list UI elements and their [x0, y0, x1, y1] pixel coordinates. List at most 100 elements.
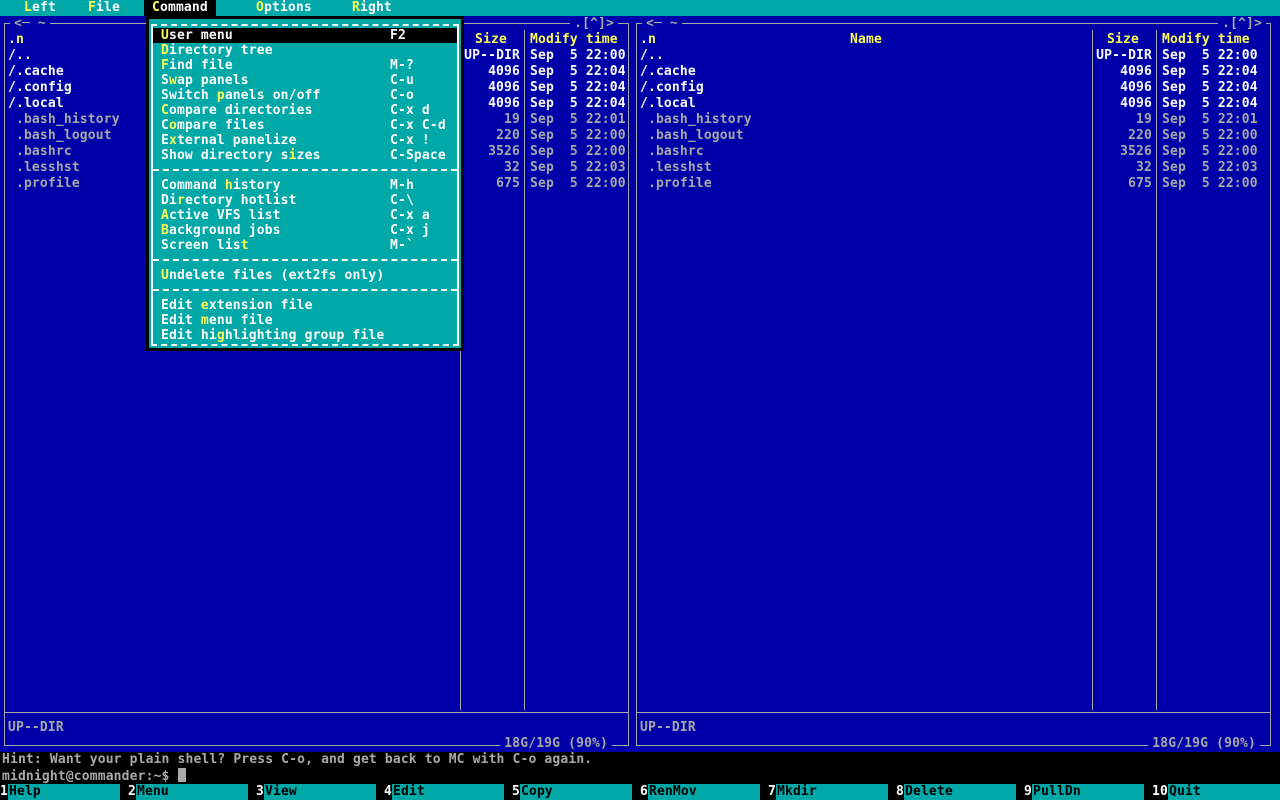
file-name: .lesshst — [8, 160, 80, 175]
fkey-label: View — [264, 784, 376, 800]
menubar-item-command[interactable]: Command — [144, 0, 216, 16]
fkey-pulldn[interactable]: 9 PullDn — [1024, 784, 1152, 800]
file-row[interactable]: .bash_history 19 Sep 5 22:01 — [632, 112, 1280, 128]
file-row[interactable]: .bashrc 3526 Sep 5 22:00 — [632, 144, 1280, 160]
file-name: /.cache — [640, 64, 696, 79]
file-row[interactable]: .bash_logout 220 Sep 5 22:00 — [632, 128, 1280, 144]
label-text: istory — [232, 178, 281, 193]
file-row[interactable]: /.. UP--DIR Sep 5 22:00 — [632, 48, 1280, 64]
menu-item-screen-list[interactable]: Screen list M-` — [153, 238, 457, 253]
menu-item-shortcut: C-x ! — [390, 133, 430, 148]
menu-item-user-menu[interactable]: User menu F2 — [153, 28, 457, 43]
file-size: 4096 — [1120, 80, 1152, 95]
fkey-number: 3 — [256, 784, 264, 799]
menu-item-shortcut: C-u — [390, 73, 414, 88]
file-row[interactable]: /.config 4096 Sep 5 22:04 — [632, 80, 1280, 96]
column-header-mtime[interactable]: Modify time — [1162, 32, 1258, 48]
hotkey-letter: D — [161, 43, 169, 58]
label-text: ap panels — [176, 73, 249, 88]
fkey-delete[interactable]: 8 Delete — [896, 784, 1024, 800]
file-row[interactable]: /.cache 4096 Sep 5 22:04 — [632, 64, 1280, 80]
label-text: Command — [161, 178, 225, 193]
menu-item-shortcut: M-h — [390, 178, 414, 193]
fkey-renmov[interactable]: 6 RenMov — [640, 784, 768, 800]
file-row[interactable]: /.local 4096 Sep 5 22:04 — [632, 96, 1280, 112]
label-text: zes — [296, 148, 321, 163]
label-text: Edit — [161, 298, 201, 313]
menu-item-edit-menu-file[interactable]: Edit menu file — [153, 313, 457, 328]
menu-item-find-file[interactable]: Find file M-? — [153, 58, 457, 73]
hotkey-letter: A — [161, 208, 169, 223]
label-text: ectory hotlist — [184, 193, 297, 208]
menu-item-compare-directories[interactable]: Compare directories C-x d — [153, 103, 457, 118]
fkey-label: Edit — [392, 784, 504, 800]
file-row[interactable]: .lesshst 32 Sep 5 22:03 — [632, 160, 1280, 176]
fkey-copy[interactable]: 5 Copy — [512, 784, 640, 800]
menu-item-command-history[interactable]: Command history M-h — [153, 178, 457, 193]
menu-separator — [153, 163, 457, 178]
midnight-commander-screen: { "colors": { "panel_background": "#0000… — [0, 0, 1280, 800]
fkey-mkdir[interactable]: 7 Mkdir — [768, 784, 896, 800]
file-mtime: Sep 5 22:00 — [1162, 128, 1258, 143]
panel-path[interactable]: <─ ~ — [10, 16, 50, 31]
menu-item-shortcut: C-o — [390, 88, 414, 103]
fkey-help[interactable]: 1 Help — [0, 784, 128, 800]
menubar-item-right[interactable]: Right — [344, 0, 400, 16]
menu-item-active-vfs-list[interactable]: Active VFS list C-x a — [153, 208, 457, 223]
command-line[interactable]: midnight@commander:~$ — [2, 768, 186, 784]
fkey-menu[interactable]: 2 Menu — [128, 784, 256, 800]
menubar-item-options[interactable]: Options — [248, 0, 320, 16]
label-text: Di — [161, 193, 177, 208]
panel-path[interactable]: <─ ~ — [642, 16, 682, 31]
menu-item-show-directory-sizes[interactable]: Show directory sizes C-Space — [153, 148, 457, 163]
hotkey-letter: e — [200, 298, 209, 313]
file-size: 4096 — [488, 96, 520, 111]
file-size: 675 — [496, 176, 520, 191]
file-name: .bashrc — [640, 144, 704, 159]
file-mtime: Sep 5 22:04 — [530, 64, 626, 79]
fkey-label: Help — [8, 784, 120, 800]
menubar-item-file[interactable]: File — [80, 0, 128, 16]
menu-item-undelete-files-ext2fs-only[interactable]: Undelete files (ext2fs only) — [153, 268, 457, 283]
fkey-label: Copy — [520, 784, 632, 800]
menu-item-directory-tree[interactable]: Directory tree — [153, 43, 457, 58]
mini-status: UP--DIR — [8, 720, 64, 735]
fkey-number: 10 — [1152, 784, 1168, 799]
menu-item-edit-highlighting-group-file[interactable]: Edit highlighting group file — [153, 328, 457, 343]
fkey-view[interactable]: 3 View — [256, 784, 384, 800]
panel-scroll-marker[interactable]: .[^]> — [570, 16, 618, 31]
column-header-size[interactable]: Size — [462, 32, 520, 48]
menu-item-directory-hotlist[interactable]: Directory hotlist C-\ — [153, 193, 457, 208]
ministatus-separator — [636, 712, 1271, 713]
menu-item-external-panelize[interactable]: External panelize C-x ! — [153, 133, 457, 148]
fkey-quit[interactable]: 10 Quit — [1152, 784, 1280, 800]
fkey-label: Mkdir — [776, 784, 888, 800]
file-name: .lesshst — [640, 160, 712, 175]
column-header-mtime[interactable]: Modify time — [530, 32, 626, 48]
label-text: E — [161, 133, 169, 148]
file-mtime: Sep 5 22:00 — [1162, 48, 1258, 63]
menu-item-edit-extension-file[interactable]: Edit extension file — [153, 298, 457, 313]
file-mtime: Sep 5 22:00 — [1162, 144, 1258, 159]
menu-item-background-jobs[interactable]: Background jobs C-x j — [153, 223, 457, 238]
menubar-item-left[interactable]: Left — [16, 0, 64, 16]
file-mtime: Sep 5 22:00 — [530, 144, 626, 159]
menu-item-compare-files[interactable]: Compare files C-x C-d — [153, 118, 457, 133]
column-header-name[interactable]: Name — [640, 32, 1092, 48]
file-size: 4096 — [488, 64, 520, 79]
file-row[interactable]: .profile 675 Sep 5 22:00 — [632, 176, 1280, 192]
file-name: .profile — [8, 176, 80, 191]
menu-item-swap-panels[interactable]: Swap panels C-u — [153, 73, 457, 88]
label-text: ommand — [159, 0, 208, 15]
menu-item-switch-panels-on-off[interactable]: Switch panels on/off C-o — [153, 88, 457, 103]
label-text: Edit hi — [161, 328, 217, 343]
label-text: Edit — [161, 313, 201, 328]
command-menu-dropdown: User menu F2 Directory tree Find file M-? Swa… — [146, 16, 464, 351]
hotkey-letter: m — [200, 313, 209, 328]
file-mtime: Sep 5 22:01 — [530, 112, 626, 127]
hotkey-letter: C — [152, 0, 160, 15]
fkey-edit[interactable]: 4 Edit — [384, 784, 512, 800]
column-header-size[interactable]: Size — [1094, 32, 1152, 48]
panel-scroll-marker[interactable]: .[^]> — [1218, 16, 1266, 31]
file-name: /.config — [8, 80, 72, 95]
